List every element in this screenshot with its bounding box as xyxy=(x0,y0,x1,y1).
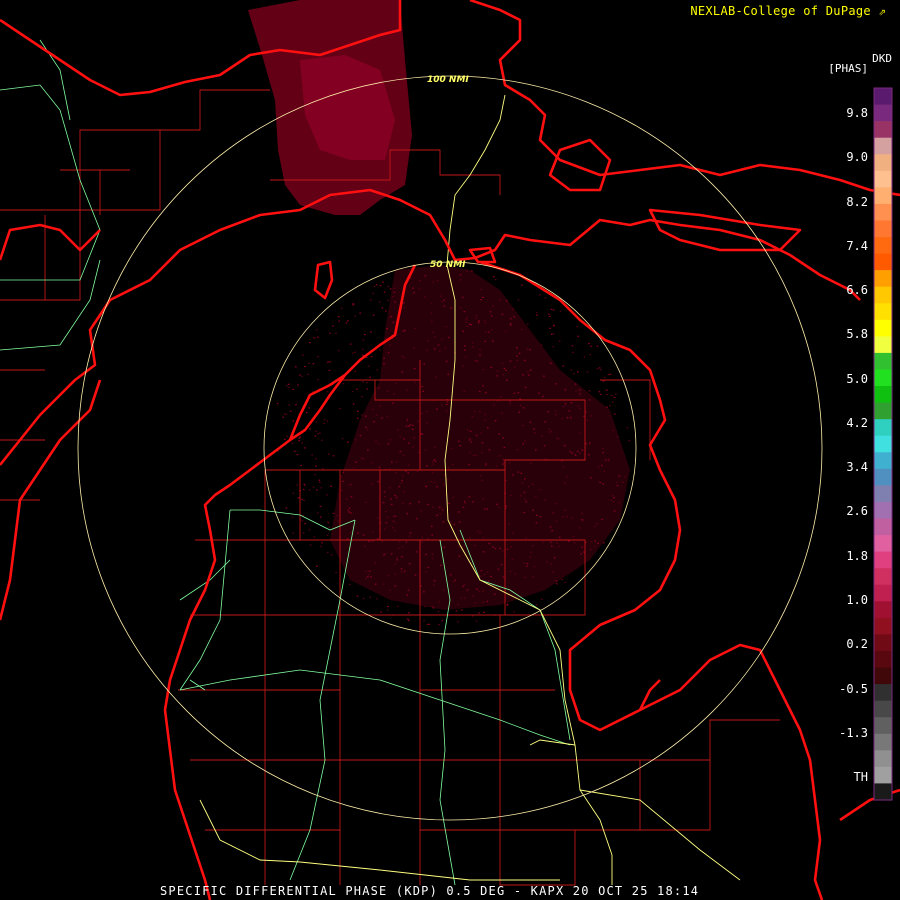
color-swatch xyxy=(874,584,892,602)
color-swatch xyxy=(874,253,892,271)
color-ramp-label: 8.2 xyxy=(846,194,868,209)
color-ramp-label: 4.2 xyxy=(846,415,868,430)
color-swatch xyxy=(874,733,892,751)
color-swatch xyxy=(874,270,892,288)
nexlab-credit: NEXLAB-College of DuPage ⇗ xyxy=(690,4,886,18)
color-swatch xyxy=(874,435,892,453)
color-ramp-label: -0.5 xyxy=(839,681,868,696)
color-ramp xyxy=(873,87,893,801)
color-swatch xyxy=(874,766,892,785)
color-ramp-label: 2.6 xyxy=(846,504,868,519)
color-swatch xyxy=(874,535,892,553)
color-swatch xyxy=(874,220,892,238)
range-ring-100-label: 100 NMI xyxy=(427,75,469,85)
color-swatch xyxy=(874,667,892,685)
color-ramp-label: 5.0 xyxy=(846,371,868,386)
color-swatch xyxy=(874,170,892,188)
legend-unit: DKD xyxy=(872,52,892,65)
radar-display: 50 NMI 100 NMI NEXLAB-College of DuPage … xyxy=(0,0,900,900)
color-swatch xyxy=(874,783,892,801)
color-swatch xyxy=(874,352,892,371)
color-swatch xyxy=(874,750,892,768)
door-peninsula xyxy=(0,223,101,261)
color-ramp-label: 7.4 xyxy=(846,238,868,253)
color-swatch xyxy=(874,502,892,520)
color-swatch xyxy=(874,485,892,503)
color-swatch xyxy=(874,601,892,619)
color-swatch xyxy=(874,237,892,255)
color-ramp-label: 0.2 xyxy=(846,637,868,652)
color-swatch xyxy=(874,518,892,536)
color-swatch xyxy=(874,419,892,437)
color-swatch xyxy=(874,617,892,636)
color-ramp-label: 1.0 xyxy=(846,592,868,607)
color-swatch xyxy=(874,336,892,354)
color-swatch xyxy=(874,468,892,486)
color-ramp-label: TH xyxy=(853,770,868,784)
color-ramp-label: 5.8 xyxy=(846,327,868,342)
color-ramp-label: 6.6 xyxy=(846,283,868,298)
color-swatch xyxy=(874,286,892,304)
color-swatch xyxy=(874,104,892,122)
drummond-island xyxy=(548,138,612,192)
range-ring-50-label: 50 NMI xyxy=(430,260,466,270)
product-title: SPECIFIC DIFFERENTIAL PHASE (KDP) 0.5 DE… xyxy=(160,884,700,898)
color-ramp-label: 9.8 xyxy=(846,106,868,120)
color-swatch xyxy=(874,154,892,172)
color-ramp-label: 3.4 xyxy=(846,460,868,475)
color-swatch xyxy=(874,88,892,106)
radar-map: 50 NMI 100 NMI xyxy=(0,0,900,900)
color-swatch xyxy=(874,402,892,420)
color-swatch xyxy=(874,684,892,702)
color-swatch xyxy=(874,568,892,586)
color-ramp-label: -1.3 xyxy=(839,725,868,740)
color-ramp-label: 9.0 xyxy=(846,150,868,165)
eastern-up-shore xyxy=(469,0,900,197)
color-swatch xyxy=(874,452,892,470)
color-swatch xyxy=(874,717,892,735)
color-ramp-label: 1.8 xyxy=(846,548,868,563)
color-swatch xyxy=(874,303,892,321)
color-swatch xyxy=(874,187,892,205)
color-swatch xyxy=(874,551,892,569)
color-swatch xyxy=(874,369,892,387)
color-swatch xyxy=(874,634,892,652)
color-swatch xyxy=(874,700,892,718)
credit-text: NEXLAB-College of DuPage xyxy=(690,4,871,18)
legend-product: [PHAS] xyxy=(828,62,868,75)
color-swatch xyxy=(874,651,892,669)
beaver-island xyxy=(313,260,334,300)
color-swatch xyxy=(874,386,892,404)
color-swatch xyxy=(874,137,892,155)
cod-arrow-icon: ⇗ xyxy=(878,4,886,18)
color-swatch xyxy=(874,319,892,337)
color-swatch xyxy=(874,121,892,139)
color-swatch xyxy=(874,203,892,222)
